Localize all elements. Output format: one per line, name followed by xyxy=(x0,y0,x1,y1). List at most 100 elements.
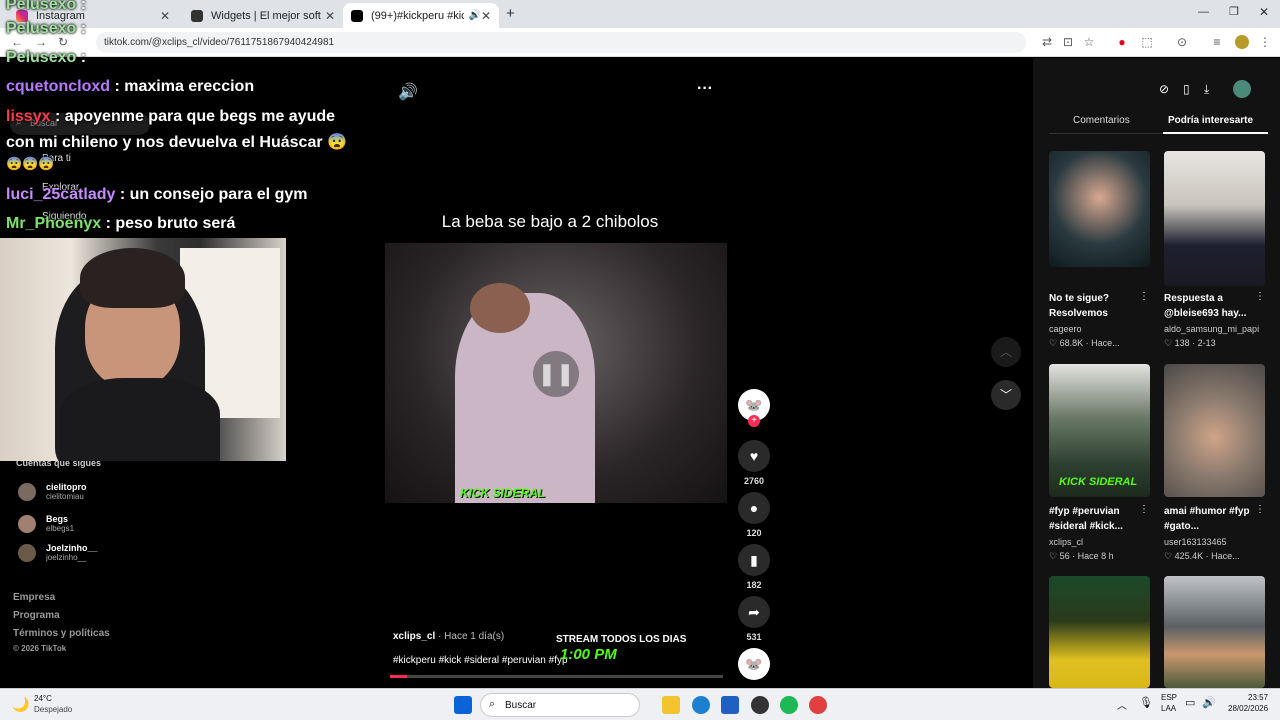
video-progress-track[interactable] xyxy=(390,675,723,678)
like-button[interactable]: ♥ xyxy=(738,440,770,472)
close-icon[interactable]: ✕ xyxy=(481,9,491,23)
file-explorer-icon[interactable] xyxy=(662,696,680,714)
kick-watermark: KICK SIDERAL xyxy=(460,486,546,500)
card-thumbnail[interactable]: KICK SIDERAL xyxy=(1049,364,1150,497)
heart-outline-icon: ♡ xyxy=(1164,338,1173,348)
new-tab-button[interactable]: + xyxy=(506,5,515,22)
panel-download-icon[interactable]: ⤓ xyxy=(1204,82,1209,97)
tab-tiktok[interactable]: (99+)#kickperu #kick #sideral 🔊 ✕ xyxy=(343,3,499,28)
chat-text: : xyxy=(80,0,87,13)
window-close-button[interactable]: ✕ xyxy=(1259,5,1269,19)
clock-time[interactable]: 23:57 xyxy=(1248,693,1268,702)
more-options-icon[interactable]: ··· xyxy=(697,80,713,98)
footer-terminos[interactable]: Términos y políticas xyxy=(13,628,110,639)
volume-tray-icon[interactable]: 🔊 xyxy=(1202,696,1216,709)
minimize-button[interactable]: — xyxy=(1198,6,1209,18)
footer-programa[interactable]: Programa xyxy=(13,610,60,621)
card-title[interactable]: amai #humor #fyp #gato... xyxy=(1164,504,1259,534)
panel-compass-icon[interactable]: ⊘ xyxy=(1159,82,1169,96)
tab-podria-interesarte[interactable]: Podría interesarte xyxy=(1168,115,1253,126)
microphone-icon[interactable]: 🎙 xyxy=(1139,696,1153,709)
chat-text: : maxima ereccion xyxy=(114,78,255,95)
video-author[interactable]: xclips_cl xyxy=(393,631,435,642)
volume-icon[interactable]: 🔊 xyxy=(398,82,418,102)
profile-avatar[interactable] xyxy=(1235,35,1249,49)
restore-button[interactable]: ❐ xyxy=(1229,5,1239,18)
media-icon[interactable]: ⊙ xyxy=(1175,35,1189,49)
install-icon[interactable]: ⊡ xyxy=(1061,35,1075,49)
translate-icon[interactable]: ⇄ xyxy=(1040,35,1054,49)
card-more-icon[interactable]: ⋮ xyxy=(1139,504,1149,515)
footer-empresa[interactable]: Empresa xyxy=(13,592,55,603)
weather-icon[interactable]: 🌙 xyxy=(12,696,29,713)
app-icon[interactable] xyxy=(751,696,769,714)
share-button[interactable]: ➦ xyxy=(738,596,770,628)
tab-widgets[interactable]: Widgets | El mejor software para ✕ xyxy=(183,3,343,28)
panel-avatar[interactable] xyxy=(1233,80,1251,98)
taskbar-search[interactable]: ⌕ Buscar xyxy=(480,693,640,717)
video-player[interactable]: ❚❚ KICK SIDERAL xyxy=(385,243,727,503)
chat-line: 😨😨😨 xyxy=(6,156,55,172)
video-caption: La beba se bajo a 2 chibolos xyxy=(441,212,659,231)
card-user[interactable]: xclips_cl xyxy=(1049,537,1083,547)
card-title[interactable]: #fyp #peruvian #sideral #kick... xyxy=(1049,504,1144,534)
follow-plus-icon[interactable]: + xyxy=(748,415,760,427)
follow-handle: cielitomiau xyxy=(46,492,84,501)
edge-icon[interactable] xyxy=(692,696,710,714)
store-icon[interactable] xyxy=(721,696,739,714)
following-item-begs[interactable]: Begs elbegs1 xyxy=(18,514,74,533)
spotify-icon[interactable] xyxy=(780,696,798,714)
kick-watermark: KICK SIDERAL xyxy=(1059,476,1138,488)
save-button[interactable]: ▮ xyxy=(738,544,770,576)
pause-icon[interactable]: ❚❚ xyxy=(533,351,579,397)
card-thumbnail[interactable] xyxy=(1164,364,1265,497)
windows-start-icon[interactable] xyxy=(454,696,472,714)
next-video-button[interactable]: ﹀ xyxy=(991,380,1021,410)
share-icon: ➦ xyxy=(748,603,760,620)
shirt xyxy=(60,378,220,461)
taskbar-search-label: Buscar xyxy=(505,700,537,711)
follow-name: Begs xyxy=(46,514,69,524)
playlist-icon[interactable]: ≡ xyxy=(1210,35,1224,49)
chat-line: Pelusexo : xyxy=(6,20,86,38)
video-hashtags[interactable]: #kickperu #kick #sideral #peruvian #fyp xyxy=(393,655,568,666)
panel-phone-icon[interactable]: ▯ xyxy=(1183,82,1190,96)
card-meta: ♡ 56 · Hace 8 h xyxy=(1049,551,1114,561)
input-lang[interactable]: ESP xyxy=(1161,693,1177,702)
card-user[interactable]: aldo_samsung_mi_papi xyxy=(1164,324,1259,334)
bookmark-star-icon[interactable]: ☆ xyxy=(1082,35,1096,49)
card-thumbnail[interactable] xyxy=(1164,151,1265,286)
extensions-icon[interactable]: ⬚ xyxy=(1140,35,1154,49)
card-title[interactable]: No te sigue? Resolvemos xyxy=(1049,291,1144,321)
side-panel: ⊘ ▯ ⤓ Comentarios Podría interesarte No … xyxy=(1033,58,1280,688)
network-icon[interactable]: ▭ xyxy=(1185,696,1195,709)
card-more-icon[interactable]: ⋮ xyxy=(1139,291,1149,302)
following-item-joelzinho[interactable]: Joelzinho__ joelzinho__ xyxy=(18,543,98,562)
prev-video-button[interactable]: ︿ xyxy=(991,337,1021,367)
card-more-icon[interactable]: ⋮ xyxy=(1255,291,1265,302)
card-user[interactable]: user163133465 xyxy=(1164,537,1227,547)
comment-button[interactable]: ● xyxy=(738,492,770,524)
chat-user: cquetoncloxd xyxy=(6,78,111,95)
card-more-icon[interactable]: ⋮ xyxy=(1255,504,1265,515)
opera-taskbar-icon[interactable] xyxy=(809,696,827,714)
card-title[interactable]: Respuesta a @bleise693 hay... xyxy=(1164,291,1259,321)
opera-icon[interactable]: ● xyxy=(1115,35,1129,49)
tab-comentarios[interactable]: Comentarios xyxy=(1073,115,1130,126)
menu-icon[interactable]: ⋮ xyxy=(1258,35,1272,49)
speaker-icon[interactable]: 🔊 xyxy=(468,10,480,21)
tray-chevron-icon[interactable]: ︿ xyxy=(1117,697,1127,712)
close-icon[interactable]: ✕ xyxy=(160,9,170,23)
close-icon[interactable]: ✕ xyxy=(325,9,335,23)
url-input[interactable]: tiktok.com/@xclips_cl/video/761175186794… xyxy=(96,32,1026,53)
windows-taskbar: 🌙 24°C Despejado ⌕ Buscar ︿ 🎙 ESP LAA ▭ … xyxy=(0,688,1280,720)
card-user[interactable]: cageero xyxy=(1049,324,1082,334)
card-thumbnail[interactable] xyxy=(1049,576,1150,688)
weather-temp[interactable]: 24°C xyxy=(34,694,52,703)
hair xyxy=(80,248,185,308)
card-thumbnail[interactable] xyxy=(1164,576,1265,688)
footer-copyright: © 2026 TikTok xyxy=(13,644,67,653)
sound-disc[interactable]: 🐭 xyxy=(738,648,770,680)
following-item-cielitopro[interactable]: cielitopro cielitomiau xyxy=(18,482,87,501)
card-thumbnail[interactable] xyxy=(1049,151,1150,267)
